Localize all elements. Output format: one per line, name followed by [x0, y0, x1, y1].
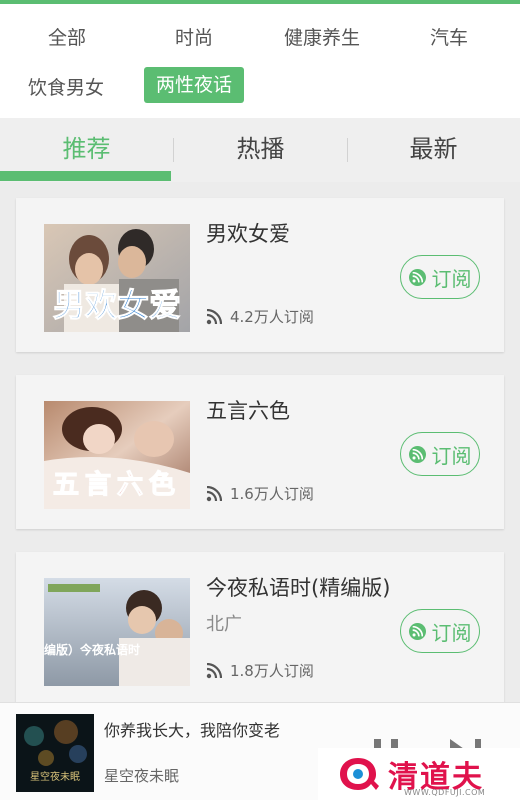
program-publisher: 北广 [206, 614, 242, 635]
player-cover[interactable]: 星空夜未眠 [16, 714, 94, 792]
subscribe-label: 订阅 [431, 620, 472, 645]
category-health[interactable]: 健康养生 [284, 20, 360, 56]
program-title: 五言六色 [206, 399, 290, 423]
category-fashion[interactable]: 时尚 [175, 20, 213, 56]
program-card[interactable]: （精编版）今夜私语时 今夜私语时(精编版) 北广 1.8万人订阅 订阅 [16, 552, 504, 706]
player-track-title: 你养我长大，我陪你变老 [104, 721, 281, 740]
program-cover: （精编版）今夜私语时 [44, 578, 190, 686]
program-title: 男欢女爱 [206, 222, 290, 246]
program-title: 今夜私语时(精编版) [206, 576, 391, 600]
subscribe-button[interactable]: 订阅 [400, 432, 480, 476]
program-card[interactable]: 五言六色 五言六色 1.6万人订阅 订阅 [16, 375, 504, 529]
tab-hot[interactable]: 热播 [174, 118, 347, 182]
subscriber-count: 1.8万人订阅 [230, 662, 314, 680]
category-auto[interactable]: 汽车 [430, 20, 468, 56]
category-all[interactable]: 全部 [48, 20, 86, 56]
category-relationships[interactable]: 两性夜话 [144, 67, 245, 103]
subscribe-icon [408, 622, 426, 640]
program-subscribers: 4.2万人订阅 [206, 306, 314, 327]
subscribe-label: 订阅 [431, 443, 472, 468]
program-card[interactable]: 男欢女爱 男欢女爱 4.2万人订阅 订阅 [16, 198, 504, 352]
watermark: 清道夫 WWW.QDFUJI.COM [318, 748, 520, 800]
subscriber-count: 1.6万人订阅 [230, 485, 314, 503]
category-food[interactable]: 饮食男女 [28, 70, 104, 106]
rss-icon [206, 485, 222, 501]
rss-icon [206, 662, 222, 678]
program-cover-title: 五言六色 [53, 469, 181, 500]
subscribe-button[interactable]: 订阅 [400, 609, 480, 653]
program-subscribers: 1.8万人订阅 [206, 660, 314, 681]
subscribe-label: 订阅 [431, 266, 472, 291]
watermark-url: WWW.QDFUJI.COM [404, 788, 486, 797]
watermark-logo-icon [340, 758, 379, 790]
program-cover-title: 男欢女爱 [53, 286, 181, 324]
program-cover: 五言六色 [44, 401, 190, 509]
subscribe-button[interactable]: 订阅 [400, 255, 480, 299]
program-cover-title: （精编版）今夜私语时 [44, 642, 140, 657]
player-cover-title: 星空夜未眠 [30, 770, 80, 783]
rss-icon [206, 308, 222, 324]
category-bar: 全部 时尚 健康养生 汽车 饮食男女 两性夜话 [0, 4, 520, 118]
subscribe-icon [408, 268, 426, 286]
player-album: 星空夜未眠 [104, 767, 180, 785]
subscriber-count: 4.2万人订阅 [230, 308, 314, 326]
tab-latest[interactable]: 最新 [347, 118, 520, 182]
subscribe-icon [408, 445, 426, 463]
tab-active-indicator [0, 171, 171, 181]
program-subscribers: 1.6万人订阅 [206, 483, 314, 504]
program-cover: 男欢女爱 [44, 224, 190, 332]
